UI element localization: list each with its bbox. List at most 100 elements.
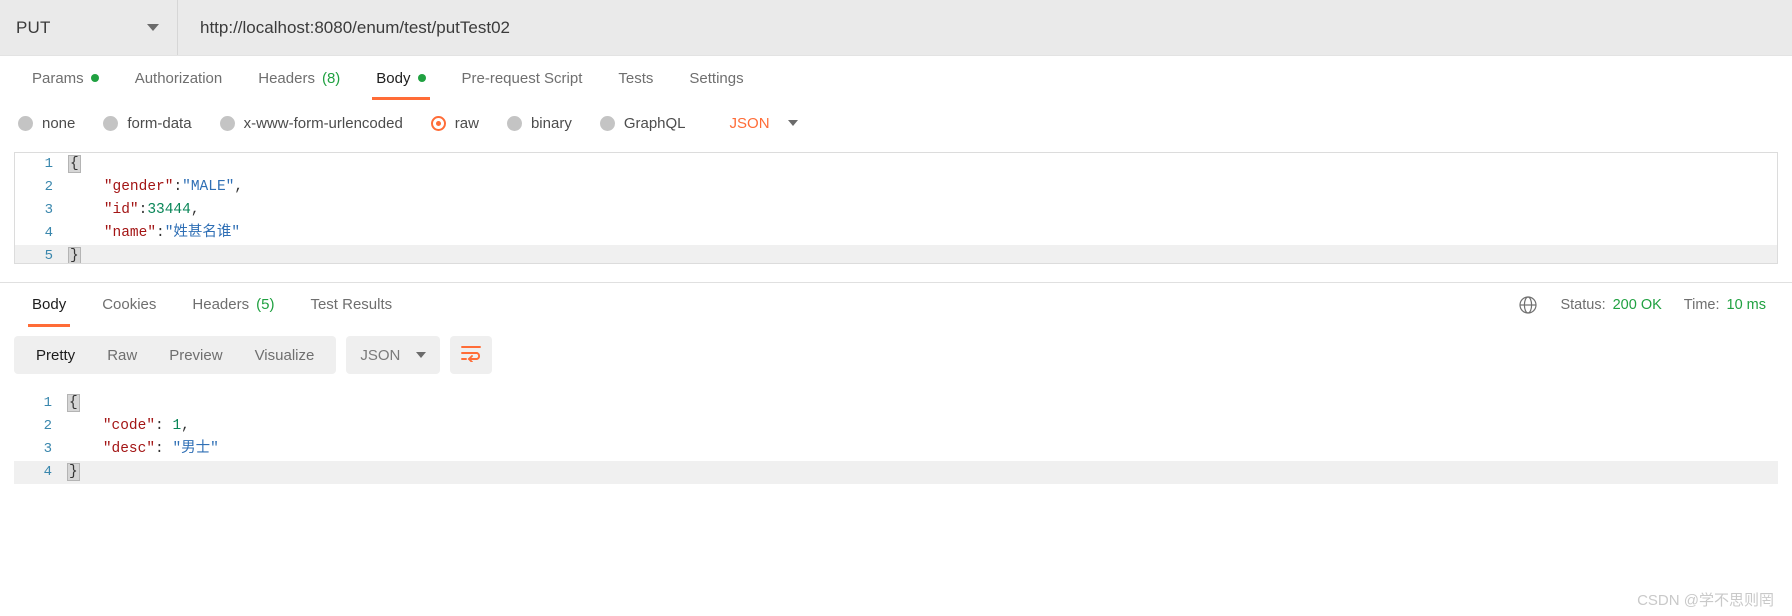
chevron-down-icon [147,24,159,31]
code-content: "id":33444, [69,199,1777,222]
status-value: 200 OK [1612,296,1662,313]
token-punc: : [155,441,173,457]
code-line: 5} [15,245,1777,264]
code-line: 2 "code": 1, [14,415,1778,438]
radio-icon [219,115,235,131]
tab-pre-request-script[interactable]: Pre-request Script [444,56,601,100]
radio-icon [18,115,33,131]
body-format-label: JSON [729,114,770,132]
token-key: "code" [102,418,156,434]
globe-icon [1518,295,1538,315]
brace-match: } [67,463,80,481]
token-num: 1 [172,418,182,434]
modified-dot-icon [90,74,99,82]
tab-label: Body [32,296,67,313]
status-label: Status: [1560,296,1606,313]
watermark: CSDN @学不思则罔 [1637,592,1774,609]
modified-dot-icon [417,74,426,82]
response-tabs: Body Cookies Headers (5) Test Results [14,283,410,327]
response-tab-body[interactable]: Body [14,283,84,327]
url-input[interactable]: http://localhost:8080/enum/test/putTest0… [178,0,1792,55]
tab-label: Params [32,69,84,87]
response-view-pretty[interactable]: Pretty [20,336,91,374]
code-content: "code": 1, [68,415,1778,438]
body-type-form-data[interactable]: form-data [103,114,192,132]
body-type-none[interactable]: none [18,115,75,132]
tab-tests[interactable]: Tests [600,56,671,100]
response-view-preview[interactable]: Preview [153,336,238,374]
code-line: 3 "id":33444, [15,199,1777,222]
tab-label: Headers [258,69,315,87]
url-text: http://localhost:8080/enum/test/putTest0… [200,17,510,37]
response-view-label: Preview [169,346,223,364]
body-type-label: none [42,114,76,132]
response-tab-cookies[interactable]: Cookies [84,283,174,327]
token-punc: , [234,179,244,195]
time-badge: Time: 10 ms [1684,297,1766,313]
code-content: } [68,245,1777,264]
request-body-editor[interactable]: 1{2 "gender":"MALE", 3 "id":33444, 4 "name… [14,152,1778,264]
code-line: 1{ [15,153,1777,176]
body-type-label: form-data [127,114,192,132]
tab-settings[interactable]: Settings [671,56,761,100]
tab-authorization[interactable]: Authorization [117,56,241,100]
chevron-down-icon [416,352,427,358]
token-punc: , [181,418,190,434]
response-toolbar: Pretty Raw Preview Visualize JSON [0,326,1792,382]
token-num: 33444 [147,202,191,218]
brace-match: } [68,247,81,264]
body-type-raw[interactable]: raw [430,114,479,132]
token-punc: : [155,418,173,434]
response-view-visualize[interactable]: Visualize [239,336,331,374]
brace-match: { [68,155,81,173]
body-type-x-www-form-urlencoded[interactable]: x-www-form-urlencoded [219,115,403,132]
radio-icon [599,115,615,131]
response-view-raw[interactable]: Raw [91,336,153,374]
code-content: { [68,153,1777,176]
response-tab-headers[interactable]: Headers (5) [174,283,292,327]
tab-count: (8) [321,69,341,87]
radio-icon [506,115,522,131]
token-key: "id" [103,202,139,218]
code-content: { [67,392,1778,415]
body-type-graphql[interactable]: GraphQL [599,115,686,132]
response-body-editor[interactable]: 1{2 "code": 1, 3 "desc": "男士" 4} [14,392,1778,484]
url-bar: PUT http://localhost:8080/enum/test/putT… [0,0,1792,56]
body-type-options: none form-data x-www-form-urlencoded raw bin… [0,100,1792,146]
tab-label: Headers [192,296,250,313]
response-view-label: Visualize [254,346,315,364]
http-method-select[interactable]: PUT [0,0,178,55]
code-line: 4} [14,461,1778,484]
line-number: 4 [43,464,52,480]
code-line: 1{ [14,392,1778,415]
response-view-label: Raw [107,346,138,364]
body-format-select[interactable]: JSON [730,115,798,132]
code-line: 3 "desc": "男士" [14,438,1778,461]
code-content: "desc": "男士" [68,438,1778,461]
response-tab-test-results[interactable]: Test Results [292,283,410,327]
body-type-binary[interactable]: binary [506,115,572,132]
response-format-label: JSON [360,346,401,364]
tab-params[interactable]: Params [14,56,117,100]
line-number: 3 [44,202,53,218]
code-line: 2 "gender":"MALE", [15,176,1777,199]
token-key: "desc" [102,441,156,457]
line-number: 5 [44,248,53,264]
wrap-lines-button[interactable] [450,336,493,374]
response-view-label: Pretty [36,346,76,364]
radio-icon [103,115,119,131]
response-format-select[interactable]: JSON [346,336,441,374]
code-content: "name":"姓甚名谁" [69,222,1777,245]
body-type-label: raw [454,114,479,132]
tab-count: (5) [256,296,275,313]
postman-request-response-panel: PUT http://localhost:8080/enum/test/putT… [0,0,1792,616]
tab-headers[interactable]: Headers (8) [240,56,358,100]
token-key: "gender" [103,179,174,195]
code-line: 4 "name":"姓甚名谁" [15,222,1777,245]
line-number: 1 [44,156,53,172]
code-content: } [67,461,1778,484]
tab-body[interactable]: Body [358,56,443,100]
